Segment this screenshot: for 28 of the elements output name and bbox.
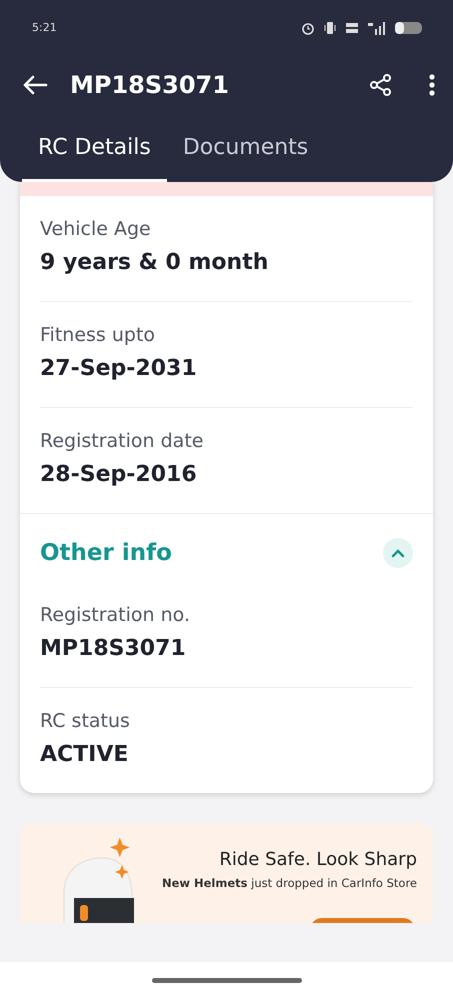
field-value: 9 years & 0 month [40,250,270,275]
field-label: Fitness upto [40,324,156,346]
back-arrow-icon[interactable] [22,75,48,95]
banner-subtitle: New Helmets just dropped in CarInfo Store [162,876,417,890]
network-icon [345,20,359,34]
field-value: 27-Sep-2031 [40,356,198,381]
home-indicator[interactable] [152,978,302,982]
chevron-icon [391,548,405,558]
battery-icon [395,20,423,34]
field-value: MP18S3071 [40,636,187,661]
field-label: Registration date [40,430,204,452]
status-time: 5:21 [32,21,57,34]
share-icon[interactable] [369,73,393,97]
banner-title: Ride Safe. Look Sharp [219,849,417,870]
tab[interactable]: Documents [166,115,324,182]
field-label: Vehicle Age [40,218,152,240]
field-value: 28-Sep-2016 [40,462,198,487]
field-value: ACTIVE [40,742,130,767]
vibrate-icon [323,20,337,34]
alarm-icon [301,20,315,34]
promo-banner[interactable]: Ride Safe. Look Sharp New Helmets just dropped in CarInfo Store [20,823,433,923]
collapse-toggle[interactable] [383,538,413,568]
more-options-icon[interactable] [429,74,435,96]
section-title: Other info [40,540,172,566]
field-label: RC status [40,710,131,732]
field-label: Registration no. [40,604,191,626]
vehicle-number-title: MP18S3071 [70,71,230,99]
signal-icon [367,20,387,34]
